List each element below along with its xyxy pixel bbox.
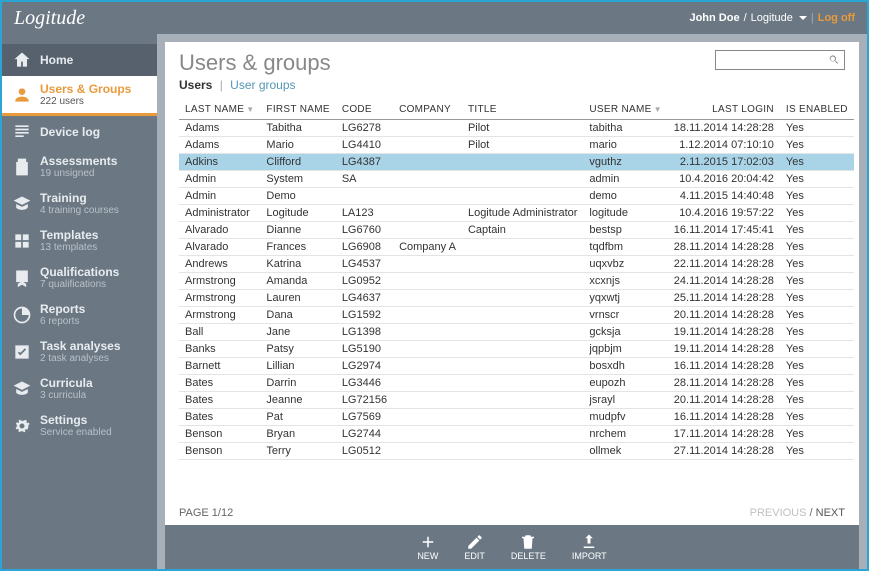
- sidebar-item-assessments[interactable]: Assessments19 unsigned: [2, 148, 157, 185]
- sidebar-item-task-analyses[interactable]: Task analyses2 task analyses: [2, 333, 157, 370]
- sidebar-item-label: Reports: [40, 302, 85, 316]
- logoff-link[interactable]: Log off: [818, 12, 855, 24]
- col-code[interactable]: CODE: [336, 100, 393, 120]
- sidebar-item-users-groups[interactable]: Users & Groups222 users: [2, 76, 157, 116]
- table-row[interactable]: ArmstrongDanaLG1592vrnscr20.11.2014 14:2…: [179, 307, 854, 324]
- table-row[interactable]: BatesJeanneLG72156jsrayl20.11.2014 14:28…: [179, 392, 854, 409]
- table-row[interactable]: AlvaradoDianneLG6760Captainbestsp16.11.2…: [179, 222, 854, 239]
- import-icon: [580, 533, 598, 551]
- prev-page[interactable]: PREVIOUS: [750, 507, 807, 519]
- page-title: Users & groups: [179, 50, 331, 76]
- col-last-login[interactable]: LAST LOGIN: [668, 100, 780, 120]
- sidebar-item-label: Qualifications: [40, 265, 119, 279]
- sidebar-item-label: Users & Groups: [40, 82, 131, 96]
- table-row[interactable]: BensonBryanLG2744nrchem17.11.2014 14:28:…: [179, 426, 854, 443]
- training-icon: [12, 194, 32, 214]
- table-row[interactable]: BensonTerryLG0512ollmek27.11.2014 14:28:…: [179, 443, 854, 460]
- table-row[interactable]: AdkinsCliffordLG4387vguthz2.11.2015 17:0…: [179, 154, 854, 171]
- col-user-name[interactable]: USER NAME▼: [583, 100, 667, 120]
- pager: PAGE 1/12 PREVIOUS / NEXT: [165, 501, 859, 525]
- col-first-name[interactable]: FIRST NAME: [260, 100, 335, 120]
- org-name: Logitude: [751, 12, 793, 24]
- sidebar-item-label: Settings: [40, 413, 112, 427]
- table-row[interactable]: AndrewsKatrinaLG4537uqxvbz22.11.2014 14:…: [179, 256, 854, 273]
- brand-logo: Logitude: [14, 7, 85, 30]
- import-button[interactable]: IMPORT: [572, 533, 607, 561]
- delete-button[interactable]: DELETE: [511, 533, 546, 561]
- tabs: Users | User groups: [179, 78, 331, 92]
- table-row[interactable]: ArmstrongLaurenLG4637yqxwtj25.11.2014 14…: [179, 290, 854, 307]
- device-log-icon: [12, 122, 32, 142]
- sidebar-item-sub: 222 users: [40, 96, 131, 107]
- tab-users[interactable]: Users: [179, 78, 212, 92]
- users-table: LAST NAME▼FIRST NAMECODECOMPANYTITLEUSER…: [179, 100, 854, 460]
- edit-icon: [466, 533, 484, 551]
- sidebar-item-sub: 3 curricula: [40, 390, 93, 401]
- col-is-enabled[interactable]: IS ENABLED: [780, 100, 854, 120]
- sidebar: Home Users & Groups222 users Device log Ass…: [2, 34, 157, 569]
- sidebar-item-qualifications[interactable]: Qualifications7 qualifications: [2, 259, 157, 296]
- qualifications-icon: [12, 268, 32, 288]
- sidebar-item-sub: Service enabled: [40, 427, 112, 438]
- assessments-icon: [12, 157, 32, 177]
- templates-icon: [12, 231, 32, 251]
- next-page[interactable]: NEXT: [816, 507, 845, 519]
- sidebar-item-sub: 2 task analyses: [40, 353, 121, 364]
- col-company[interactable]: COMPANY: [393, 100, 462, 120]
- table-row[interactable]: AdamsMarioLG4410Pilotmario1.12.2014 07:1…: [179, 137, 854, 154]
- table-row[interactable]: AdminDemodemo4.11.2015 14:40:48Yes: [179, 188, 854, 205]
- sidebar-item-label: Training: [40, 191, 119, 205]
- sidebar-item-label: Task analyses: [40, 339, 121, 353]
- table-row[interactable]: ArmstrongAmandaLG0952xcxnjs24.11.2014 14…: [179, 273, 854, 290]
- sidebar-item-sub: 6 reports: [40, 316, 85, 327]
- col-last-name[interactable]: LAST NAME▼: [179, 100, 260, 120]
- new-icon: [419, 533, 437, 551]
- delete-icon: [519, 533, 537, 551]
- table-row[interactable]: BatesDarrinLG3446eupozh28.11.2014 14:28:…: [179, 375, 854, 392]
- sidebar-item-templates[interactable]: Templates13 templates: [2, 222, 157, 259]
- curricula-icon: [12, 379, 32, 399]
- sidebar-item-label: Device log: [40, 125, 100, 139]
- table-row[interactable]: AdamsTabithaLG6278Pilottabitha18.11.2014…: [179, 120, 854, 137]
- search-input[interactable]: [715, 50, 845, 70]
- table-row[interactable]: BatesPatLG7569mudpfv16.11.2014 14:28:28Y…: [179, 409, 854, 426]
- sidebar-item-sub: 4 training courses: [40, 205, 119, 216]
- sidebar-item-training[interactable]: Training4 training courses: [2, 185, 157, 222]
- action-bar: NEW EDIT DELETE IMPORT: [165, 525, 859, 569]
- tab-user-groups[interactable]: User groups: [230, 78, 295, 92]
- sidebar-item-settings[interactable]: SettingsService enabled: [2, 407, 157, 444]
- settings-icon: [12, 416, 32, 436]
- page-indicator: PAGE 1/12: [179, 507, 233, 519]
- sidebar-item-reports[interactable]: Reports6 reports: [2, 296, 157, 333]
- table-row[interactable]: AlvaradoFrancesLG6908Company Atqdfbm28.1…: [179, 239, 854, 256]
- sidebar-item-label: Home: [40, 53, 73, 67]
- sidebar-item-label: Templates: [40, 228, 98, 242]
- sidebar-item-sub: 19 unsigned: [40, 168, 117, 179]
- sort-indicator-icon: ▼: [654, 105, 662, 114]
- edit-button[interactable]: EDIT: [464, 533, 485, 561]
- table-row[interactable]: BarnettLillianLG2974bosxdh16.11.2014 14:…: [179, 358, 854, 375]
- users-groups-icon: [12, 85, 32, 105]
- sidebar-item-label: Curricula: [40, 376, 93, 390]
- table-row[interactable]: AdminSystemSAadmin10.4.2016 20:04:42Yes: [179, 171, 854, 188]
- new-button[interactable]: NEW: [417, 533, 438, 561]
- user-name: John Doe: [689, 12, 739, 24]
- col-title[interactable]: TITLE: [462, 100, 583, 120]
- table-row[interactable]: BallJaneLG1398gcksja19.11.2014 14:28:28Y…: [179, 324, 854, 341]
- chevron-down-icon[interactable]: [799, 16, 807, 20]
- task-analyses-icon: [12, 342, 32, 362]
- header: Logitude John Doe / Logitude | Log off: [2, 2, 867, 34]
- sidebar-item-label: Assessments: [40, 154, 117, 168]
- sidebar-item-sub: 7 qualifications: [40, 279, 119, 290]
- sidebar-item-sub: 13 templates: [40, 242, 98, 253]
- sidebar-item-home[interactable]: Home: [2, 44, 157, 76]
- table-row[interactable]: BanksPatsyLG5190jqpbjm19.11.2014 14:28:2…: [179, 341, 854, 358]
- sidebar-item-curricula[interactable]: Curricula3 curricula: [2, 370, 157, 407]
- home-icon: [12, 50, 32, 70]
- reports-icon: [12, 305, 32, 325]
- sidebar-item-device-log[interactable]: Device log: [2, 116, 157, 148]
- table-row[interactable]: AdministratorLogitudeLA123Logitude Admin…: [179, 205, 854, 222]
- sort-indicator-icon: ▼: [246, 105, 254, 114]
